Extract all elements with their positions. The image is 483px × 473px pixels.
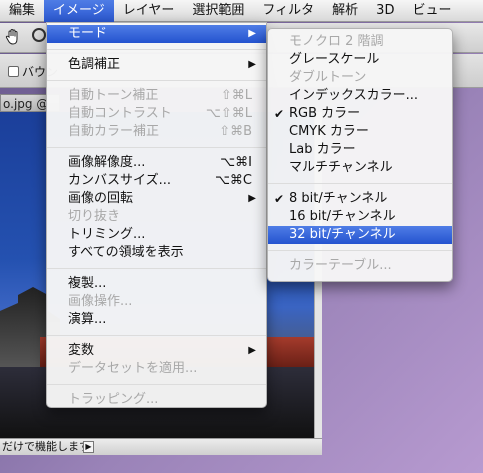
menubar-item-6[interactable]: 3D — [367, 0, 403, 22]
menu-item-label: ダブルトーン — [289, 70, 367, 85]
menu-item-label: Lab カラー — [289, 142, 356, 157]
mode-menu-item-6[interactable]: Lab カラー — [268, 141, 452, 159]
menu-separator — [47, 49, 266, 50]
image-menu-item-20: データセットを適用... — [47, 360, 266, 378]
menu-item-label: グレースケール — [289, 52, 380, 67]
menu-separator — [268, 250, 452, 251]
mode-menu-item-7[interactable]: マルチチャンネル — [268, 159, 452, 177]
image-menu-item-10[interactable]: 画像の回転 ▶ — [47, 190, 266, 208]
image-menu: モード ▶ 色調補正 ▶ 自動トーン補正 ⇧⌘L 自動コントラスト ⌥⇧⌘L 自動カラー補正 ⇧⌘… — [46, 22, 267, 408]
menubar-item-3[interactable]: 選択範囲 — [183, 0, 253, 22]
menu-separator — [47, 80, 266, 81]
menu-item-label: カラーテーブル... — [289, 258, 392, 273]
menu-item-label: マルチチャンネル — [289, 160, 393, 175]
menu-item-label: カンバスサイズ... — [68, 173, 172, 188]
menu-item-label: データセットを適用... — [68, 361, 198, 376]
image-menu-item-17[interactable]: 演算... — [47, 311, 266, 329]
image-menu-item-19[interactable]: 変数 ▶ — [47, 342, 266, 360]
status-menu-arrow-icon[interactable]: ▶ — [83, 441, 94, 453]
image-menu-item-2[interactable]: 色調補正 ▶ — [47, 56, 266, 74]
menu-item-label: 画像の回転 — [68, 191, 134, 206]
menu-separator — [47, 384, 266, 385]
menu-item-label: 自動コントラスト — [68, 106, 172, 121]
image-menu-item-4: 自動トーン補正 ⇧⌘L — [47, 87, 266, 105]
submenu-arrow-icon: ▶ — [248, 345, 256, 356]
menu-item-label: 32 bit/チャンネル — [289, 227, 396, 242]
menu-item-shortcut: ⌥⌘I — [220, 155, 252, 170]
mode-menu-item-10[interactable]: 16 bit/チャンネル — [268, 208, 452, 226]
menu-item-label: 8 bit/チャンネル — [289, 191, 388, 206]
mode-submenu: モノクロ 2 階調 グレースケール ダブルトーンインデックスカラー... ✔ RGB カ… — [267, 28, 453, 282]
hand-tool-icon[interactable] — [4, 28, 22, 46]
menu-item-label: 演算... — [68, 312, 107, 327]
option-checkbox[interactable] — [8, 66, 19, 77]
menu-item-label: モード — [68, 26, 108, 41]
image-menu-item-12[interactable]: トリミング... — [47, 226, 266, 244]
mode-menu-item-1[interactable]: グレースケール — [268, 51, 452, 69]
mode-menu-item-3[interactable]: インデックスカラー... — [268, 87, 452, 105]
menu-bar: 編集 イメージ レイヤー 選択範囲 フィルタ 解析 3D ビュー — [0, 0, 483, 22]
menu-item-label: 自動トーン補正 — [68, 88, 159, 103]
menubar-item-7[interactable]: ビュー — [403, 0, 460, 22]
menu-item-label: インデックスカラー... — [289, 88, 419, 103]
menu-item-shortcut: ⇧⌘L — [220, 88, 252, 103]
image-menu-item-6: 自動カラー補正 ⇧⌘B — [47, 123, 266, 141]
menu-separator — [47, 147, 266, 148]
submenu-arrow-icon: ▶ — [248, 193, 256, 204]
submenu-arrow-icon: ▶ — [248, 59, 256, 70]
menu-item-label: 変数 — [68, 343, 95, 358]
menu-separator — [47, 268, 266, 269]
menu-separator — [47, 335, 266, 336]
image-menu-item-15[interactable]: 複製... — [47, 275, 266, 293]
status-text: だけで機能します — [2, 440, 90, 453]
menu-item-shortcut: ⌥⇧⌘L — [205, 106, 252, 121]
submenu-arrow-icon: ▶ — [248, 28, 256, 39]
menubar-item-0[interactable]: 編集 — [0, 0, 44, 22]
image-menu-item-8[interactable]: 画像解像度... ⌥⌘I — [47, 154, 266, 172]
menu-item-label: CMYK カラー — [289, 124, 369, 139]
image-menu-item-0[interactable]: モード ▶ — [47, 25, 266, 43]
menubar-item-5[interactable]: 解析 — [323, 0, 367, 22]
menu-item-label: トリミング... — [68, 227, 146, 242]
mode-menu-item-9[interactable]: ✔ 8 bit/チャンネル — [268, 190, 452, 208]
image-menu-item-9[interactable]: カンバスサイズ... ⌥⌘C — [47, 172, 266, 190]
menu-item-label: 16 bit/チャンネル — [289, 209, 396, 224]
menu-item-label: モノクロ 2 階調 — [289, 34, 384, 49]
mode-menu-item-0: モノクロ 2 階調 — [268, 33, 452, 51]
menu-item-label: 画像操作... — [68, 294, 133, 309]
mode-menu-item-11[interactable]: 32 bit/チャンネル — [268, 226, 452, 244]
menu-item-label: 複製... — [68, 276, 107, 291]
image-menu-item-16: 画像操作... — [47, 293, 266, 311]
menu-separator — [268, 183, 452, 184]
menu-item-label: RGB カラー — [289, 106, 361, 121]
status-bar: だけで機能します ▶ — [0, 438, 322, 455]
menu-item-shortcut: ⇧⌘B — [219, 124, 252, 139]
image-menu-item-5: 自動コントラスト ⌥⇧⌘L — [47, 105, 266, 123]
image-menu-item-22: トラッピング... — [47, 391, 266, 409]
image-menu-item-11: 切り抜き — [47, 208, 266, 226]
menubar-item-1[interactable]: イメージ — [44, 0, 114, 22]
image-menu-item-13[interactable]: すべての領域を表示 — [47, 244, 266, 262]
menu-item-label: 切り抜き — [68, 209, 121, 224]
zoom-tool-icon[interactable] — [32, 28, 46, 42]
mode-menu-item-13: カラーテーブル... — [268, 257, 452, 275]
checkmark-icon: ✔ — [274, 107, 285, 121]
menubar-item-2[interactable]: レイヤー — [114, 0, 184, 22]
mode-menu-item-4[interactable]: ✔ RGB カラー — [268, 105, 452, 123]
mode-menu-item-2: ダブルトーン — [268, 69, 452, 87]
checkmark-icon: ✔ — [274, 192, 285, 206]
mode-menu-item-5[interactable]: CMYK カラー — [268, 123, 452, 141]
menu-item-shortcut: ⌥⌘C — [214, 173, 252, 188]
menu-item-label: 色調補正 — [68, 57, 121, 72]
menu-item-label: すべての領域を表示 — [68, 245, 184, 260]
menu-item-label: 自動カラー補正 — [68, 124, 160, 139]
menu-item-label: トラッピング... — [68, 392, 159, 407]
menubar-item-4[interactable]: フィルタ — [253, 0, 323, 22]
menu-item-label: 画像解像度... — [68, 155, 146, 170]
